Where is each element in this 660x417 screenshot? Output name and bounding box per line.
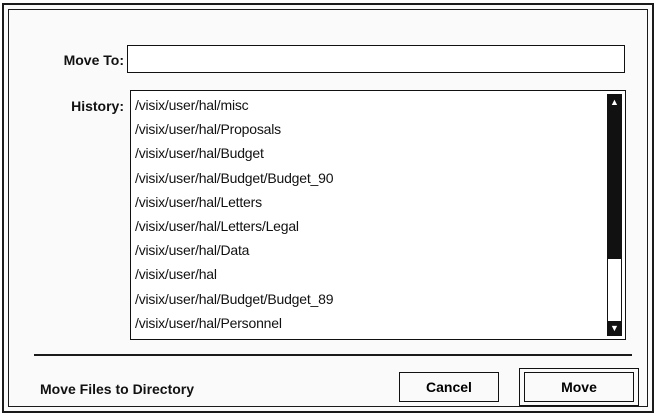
status-text: Move Files to Directory bbox=[40, 381, 195, 397]
history-item[interactable]: /visix/user/hal/Budget/Budget_90 bbox=[135, 166, 595, 190]
history-item[interactable]: /visix/user/hal/Budget/Budget_89 bbox=[135, 287, 595, 311]
separator bbox=[34, 354, 632, 356]
arrow-up-icon[interactable]: ▲ bbox=[608, 95, 621, 109]
move-files-dialog: Move To: History: /visix/user/hal/misc /… bbox=[2, 3, 654, 413]
history-list[interactable]: /visix/user/hal/misc /visix/user/hal/Pro… bbox=[130, 90, 626, 340]
history-scrollbar[interactable]: ▲ ▼ bbox=[607, 94, 622, 336]
history-item[interactable]: /visix/user/hal/misc bbox=[135, 93, 595, 117]
history-item[interactable]: /visix/user/hal/Budget bbox=[135, 141, 595, 165]
history-item[interactable]: /visix/user/hal/Proposals bbox=[135, 117, 595, 141]
move-to-input[interactable] bbox=[127, 45, 625, 73]
history-item[interactable]: /visix/user/hal/Letters/Legal bbox=[135, 214, 595, 238]
history-label: History: bbox=[71, 98, 124, 114]
history-item[interactable]: /visix/user/hal/Letters bbox=[135, 190, 595, 214]
cancel-button[interactable]: Cancel bbox=[399, 372, 499, 402]
move-button[interactable]: Move bbox=[524, 372, 634, 402]
arrow-down-icon[interactable]: ▼ bbox=[608, 321, 621, 335]
history-item[interactable]: /visix/user/hal/Personnel bbox=[135, 311, 595, 335]
history-item[interactable]: /visix/user/hal/Data bbox=[135, 238, 595, 262]
scroll-thumb[interactable] bbox=[608, 109, 621, 259]
history-items: /visix/user/hal/misc /visix/user/hal/Pro… bbox=[135, 93, 595, 335]
move-to-label: Move To: bbox=[63, 52, 124, 68]
history-item[interactable]: /visix/user/hal bbox=[135, 262, 595, 286]
